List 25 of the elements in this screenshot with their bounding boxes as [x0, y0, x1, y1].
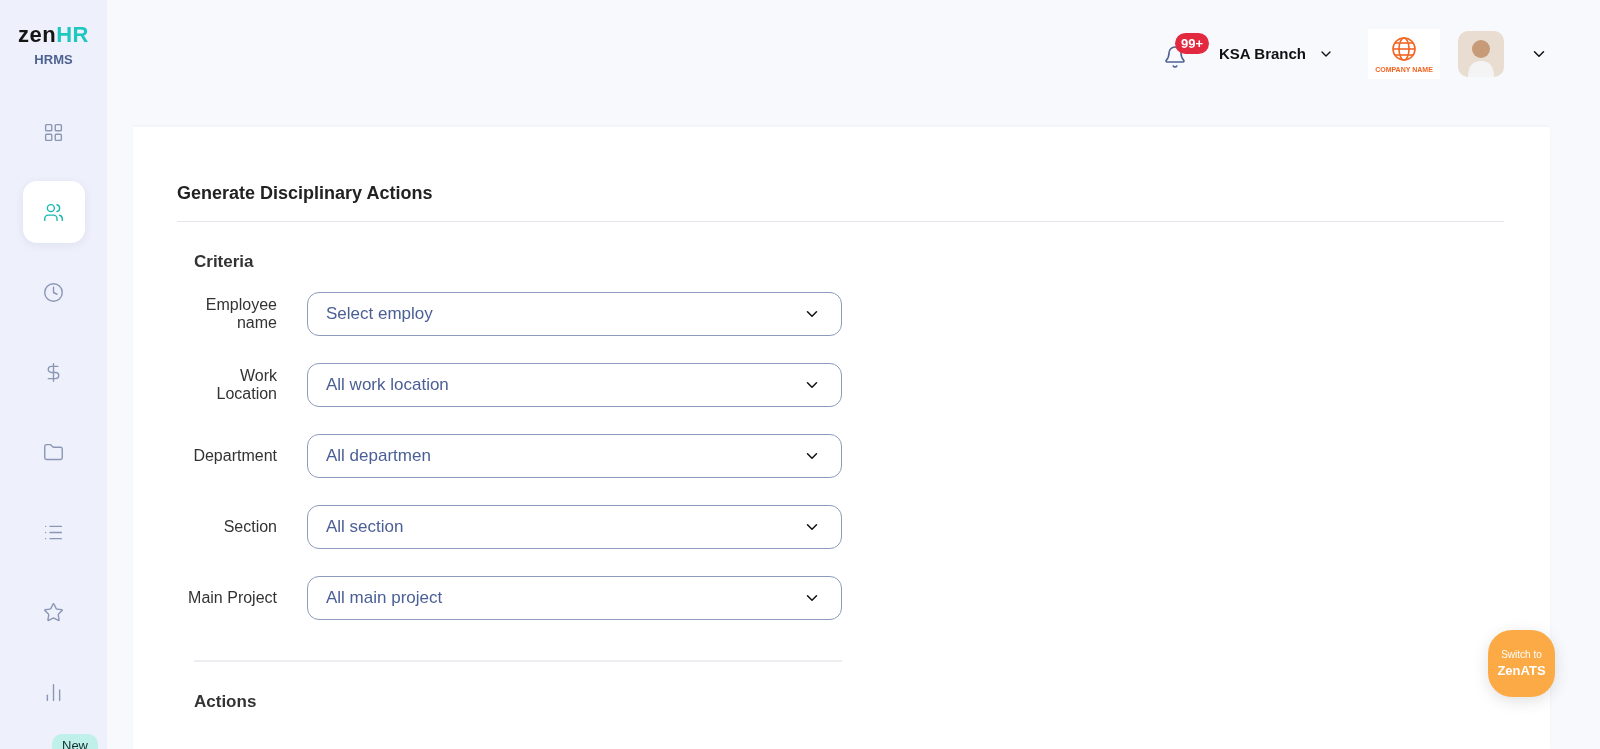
field-label: Section — [222, 518, 277, 536]
select-field[interactable]: Select employ — [307, 292, 842, 336]
field-label: Department — [192, 447, 277, 465]
logo: zenHR — [18, 22, 89, 48]
sidebar-item[interactable] — [22, 181, 85, 243]
people-icon — [43, 201, 64, 223]
avatar[interactable] — [1458, 30, 1504, 77]
section-title: Criteria — [194, 252, 255, 272]
page-title: Generate Disciplinary Actions — [177, 183, 1504, 222]
folder-icon — [43, 441, 64, 463]
notification-count: 99+ — [1175, 32, 1210, 54]
clock-icon — [43, 281, 64, 303]
select-field[interactable]: All departmen — [307, 434, 842, 478]
select-field[interactable]: All section — [307, 505, 842, 549]
star-icon — [43, 601, 64, 623]
field-label: Employee name — [204, 296, 277, 332]
select-field[interactable]: All main project — [307, 576, 842, 620]
logo-subtitle: HRMS — [34, 52, 73, 67]
field-label: Main Project — [187, 589, 277, 607]
branch-dropdown[interactable]: KSA Branch — [1211, 45, 1350, 62]
section-title: Actions — [194, 692, 257, 712]
globe-icon — [1389, 34, 1419, 64]
grid-icon — [43, 121, 64, 143]
select-field[interactable]: All work location — [307, 363, 842, 407]
field-label: Work Location — [215, 367, 277, 403]
